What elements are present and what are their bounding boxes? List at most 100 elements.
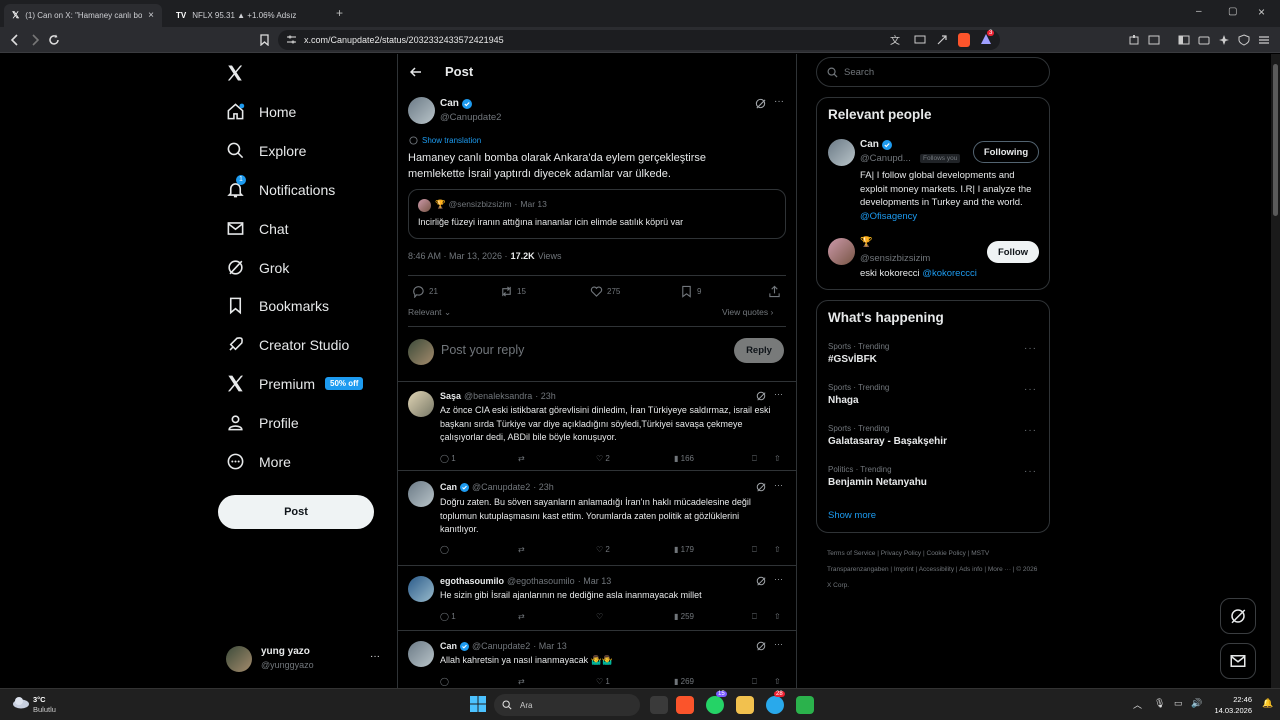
- trend-item[interactable]: Sports · Trending Nhaga: [828, 383, 889, 406]
- messages-float-button[interactable]: [1220, 643, 1256, 679]
- search-field[interactable]: Search: [816, 57, 1050, 87]
- views-button[interactable]: ▮ 179: [674, 545, 694, 554]
- footer-link[interactable]: Imprint: [894, 566, 914, 573]
- bio-link[interactable]: @Ofisagency: [860, 211, 917, 222]
- views-button[interactable]: ▮ 166: [674, 454, 694, 463]
- trend-item[interactable]: Sports · Trending #GSvİBFK: [828, 342, 889, 365]
- reply-submit-button[interactable]: Reply: [734, 338, 784, 363]
- sidebar-item-creator-studio[interactable]: Creator Studio: [226, 335, 349, 354]
- share-icon[interactable]: ⇧: [774, 677, 781, 686]
- share-button[interactable]: [768, 285, 781, 298]
- reply-handle[interactable]: @egothasoumilo: [507, 576, 575, 586]
- close-window-button[interactable]: ×: [1258, 5, 1265, 19]
- trend-more-icon[interactable]: ···: [1024, 466, 1037, 477]
- reply-tweet[interactable]: Can @Canupdate2 · 23h ··· Doğru zaten. B…: [398, 472, 796, 566]
- repost-button[interactable]: ⇄: [518, 545, 525, 554]
- trend-item[interactable]: Politics · Trending Benjamin Netanyahu: [828, 465, 927, 488]
- grok-explain-icon[interactable]: [755, 98, 766, 109]
- like-button[interactable]: ♡: [596, 612, 603, 621]
- following-button[interactable]: Following: [973, 141, 1039, 163]
- views-button[interactable]: ▮ 259: [674, 612, 694, 621]
- bio-link[interactable]: @kokoreccci: [922, 268, 977, 279]
- bookmark-button[interactable]: 9: [680, 285, 701, 298]
- grok-float-button[interactable]: [1220, 598, 1256, 634]
- translate-icon[interactable]: 文: [890, 34, 902, 46]
- avatar[interactable]: [828, 139, 855, 166]
- account-switcher[interactable]: yung yazo @yunggyazo ···: [226, 644, 386, 674]
- app-icon[interactable]: [796, 696, 814, 714]
- person-name[interactable]: Can: [860, 139, 892, 150]
- sidebar-item-grok[interactable]: Grok: [226, 258, 289, 277]
- sidebar-item-premium[interactable]: Premium 50% off: [226, 374, 364, 393]
- extensions-icon[interactable]: [1128, 34, 1140, 46]
- reply-author-name[interactable]: Can: [440, 641, 457, 651]
- clock-time[interactable]: 22:46: [1214, 695, 1252, 704]
- sidebar-item-explore[interactable]: Explore: [226, 141, 306, 160]
- forward-icon[interactable]: [29, 34, 41, 46]
- brave-shield-icon[interactable]: [958, 33, 970, 47]
- taskbar-search[interactable]: Ara: [494, 694, 640, 716]
- scrollbar-thumb[interactable]: [1273, 64, 1278, 216]
- bookmark-page-icon[interactable]: [259, 34, 270, 46]
- network-icon[interactable]: ▭: [1174, 698, 1183, 709]
- footer-link[interactable]: Accessibility: [919, 566, 954, 573]
- person-name[interactable]: 🏆: [860, 237, 872, 248]
- trend-more-icon[interactable]: ···: [1024, 343, 1037, 354]
- post-timestamp[interactable]: 8:46 AM · Mar 13, 2026 ·: [408, 251, 508, 261]
- site-info-icon[interactable]: [286, 34, 297, 45]
- grok-explain-icon[interactable]: [756, 641, 766, 651]
- sidebar-item-chat[interactable]: Chat: [226, 219, 289, 238]
- views-button[interactable]: ▮ 269: [674, 677, 694, 686]
- leo-ai-icon[interactable]: [1218, 34, 1230, 46]
- sidebar-item-bookmarks[interactable]: Bookmarks: [226, 296, 329, 315]
- maximize-button[interactable]: ▢: [1228, 6, 1237, 17]
- tab-active[interactable]: 𝕏 (1) Can on X: "Hamaney canlı bo ×: [4, 4, 162, 27]
- post-more-icon[interactable]: ···: [774, 96, 784, 107]
- person-handle[interactable]: @Canupd...: [860, 153, 911, 164]
- grok-explain-icon[interactable]: [756, 576, 766, 586]
- bookmark-icon[interactable]: ⎕: [752, 677, 757, 687]
- sidebar-toggle-icon[interactable]: [1178, 34, 1190, 46]
- reply-button[interactable]: ◯: [440, 545, 449, 554]
- trend-more-icon[interactable]: ···: [1024, 384, 1037, 395]
- reply-tweet[interactable]: Can @Canupdate2 · Mar 13 ··· Allah kahre…: [398, 632, 796, 688]
- tab-search-icon[interactable]: [1148, 34, 1160, 46]
- sort-relevant-dropdown[interactable]: Relevant ⌄: [408, 307, 451, 318]
- weather-icon[interactable]: [12, 695, 30, 709]
- account-more-icon[interactable]: ···: [370, 651, 380, 662]
- menu-icon[interactable]: [1258, 34, 1270, 46]
- tab-nflx[interactable]: TV NFLX 95.31 ▲ +1.06% Adsız: [168, 4, 328, 27]
- reply-author-name[interactable]: Can: [440, 482, 457, 492]
- post-button[interactable]: Post: [218, 495, 374, 529]
- share-icon[interactable]: ⇧: [774, 545, 781, 554]
- show-more-link[interactable]: Show more: [828, 510, 876, 521]
- repost-button[interactable]: ⇄: [518, 677, 525, 686]
- tab-close-icon[interactable]: ×: [148, 10, 154, 21]
- reply-tweet[interactable]: Saşa @benaleksandra · 23h ··· Az önce CI…: [398, 382, 796, 471]
- grok-explain-icon[interactable]: [756, 391, 766, 401]
- like-button[interactable]: ♡ 2: [596, 454, 610, 463]
- reply-handle[interactable]: @benaleksandra: [464, 391, 532, 401]
- like-button[interactable]: 275: [590, 285, 620, 298]
- back-icon[interactable]: [9, 34, 21, 46]
- repost-button[interactable]: ⇄: [518, 612, 525, 621]
- brave-rewards-icon[interactable]: 3: [980, 30, 995, 46]
- repost-button[interactable]: ⇄: [518, 454, 525, 463]
- reply-author-name[interactable]: egothasoumilo: [440, 576, 504, 586]
- page-scrollbar[interactable]: [1271, 54, 1280, 688]
- file-explorer-icon[interactable]: [736, 696, 754, 714]
- sidebar-item-profile[interactable]: Profile: [226, 413, 299, 432]
- sidebar-item-notifications[interactable]: 1 Notifications: [226, 175, 335, 199]
- url-field[interactable]: x.com/Canupdate2/status/2032332433572421…: [278, 30, 1000, 50]
- reply-button[interactable]: 21: [412, 285, 438, 298]
- vpn-icon[interactable]: [1238, 34, 1250, 46]
- reply-button[interactable]: ◯: [440, 677, 449, 686]
- telegram-icon[interactable]: 28: [766, 691, 785, 714]
- avatar[interactable]: [828, 238, 855, 265]
- minimize-button[interactable]: –: [1196, 6, 1202, 17]
- trend-more-icon[interactable]: ···: [1024, 425, 1037, 436]
- share-icon[interactable]: ⇧: [774, 612, 781, 621]
- like-button[interactable]: ♡ 1: [596, 677, 610, 686]
- reply-more-icon[interactable]: ···: [774, 574, 783, 584]
- follow-button[interactable]: Follow: [987, 241, 1039, 263]
